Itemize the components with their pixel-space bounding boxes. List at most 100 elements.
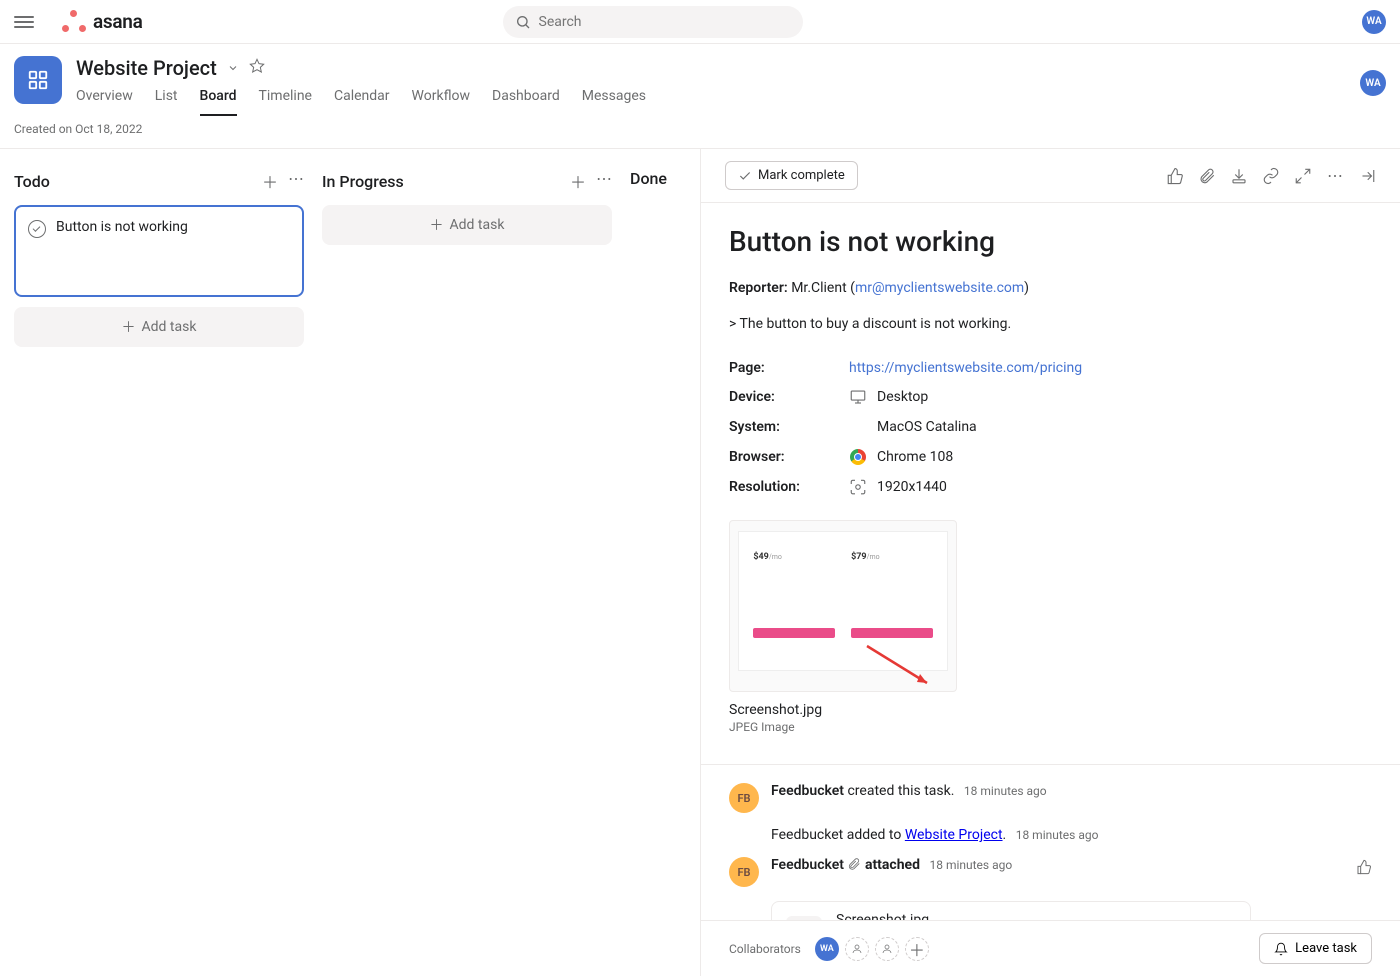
task-title[interactable]: Button is not working [729,225,1372,258]
subtask-icon[interactable] [1230,167,1248,185]
field-value-browser: Chrome 108 [877,449,953,465]
collaborator-avatar[interactable]: WA [815,937,839,961]
commenter-avatar[interactable]: FB [729,783,759,813]
user-avatar[interactable]: WA [1362,10,1386,34]
comment-item: FB Feedbucket created this task. 18 minu… [729,783,1372,813]
add-task-button[interactable]: ＋ Add task [322,205,612,245]
project-icon [14,56,62,104]
asana-logo[interactable]: asana [62,10,143,34]
asana-logo-icon [62,10,86,34]
attachment-card[interactable]: Screenshot.jpg JPEG Image Open in browse… [771,901,1251,920]
collaborator-placeholder [875,937,899,961]
project-title: Website Project [76,56,217,80]
price-right: $79 [851,552,867,562]
comment-action: created this task. [847,783,954,799]
leave-task-label: Leave task [1295,941,1357,956]
activity-who: Feedbucket [771,827,843,843]
field-label-system: System: [729,419,849,435]
field-value-resolution: 1920x1440 [877,479,947,495]
tab-workflow[interactable]: Workflow [412,88,471,116]
screenshot-name: Screenshot.jpg [729,702,1372,718]
apple-icon [849,418,867,436]
project-tabs: Overview List Board Timeline Calendar Wo… [76,88,1386,116]
commenter-name: Feedbucket [771,783,844,799]
activity-item: Feedbucket added to Website Project. 18 … [771,827,1372,843]
commenter-avatar[interactable]: FB [729,857,759,887]
column-in-progress: In Progress ＋ ⋯ ＋ Add task [322,169,612,956]
plus-icon: ＋ [122,317,136,337]
column-add-icon[interactable]: ＋ [262,169,278,193]
detail-footer: Collaborators WA ＋ Leave task [701,920,1400,976]
attachments-icon[interactable] [1198,167,1216,185]
project-link[interactable]: Website Project [905,827,1003,843]
column-todo: Todo ＋ ⋯ Button is not working ＋ Add tas… [14,169,304,956]
column-title: Todo [14,172,50,191]
project-dropdown-icon[interactable] [227,59,239,78]
column-add-icon[interactable]: ＋ [570,169,586,193]
project-member-avatar[interactable]: WA [1360,70,1386,96]
tab-dashboard[interactable]: Dashboard [492,88,560,116]
complete-checkbox-icon[interactable] [28,220,46,238]
field-label-page: Page: [729,360,849,376]
paperclip-icon [847,857,861,871]
plus-icon: ＋ [430,215,444,235]
close-detail-icon[interactable] [1358,167,1376,185]
reporter-label: Reporter: [729,280,788,296]
field-value-page[interactable]: https://myclientswebsite.com/pricing [849,360,1082,376]
price-right-sub: /mo [867,553,880,561]
reporter-email-link[interactable]: mr@myclientswebsite.com [855,280,1024,296]
comment-timestamp: 18 minutes ago [929,858,1012,872]
tab-calendar[interactable]: Calendar [334,88,390,116]
collaborator-placeholder [845,937,869,961]
activity-action: added to [847,827,902,843]
price-left: $49 [753,552,769,562]
field-value-system: MacOS Catalina [877,419,977,435]
screenshot-type: JPEG Image [729,720,1372,734]
task-detail-pane: Mark complete ⋯ Button is [700,149,1400,976]
tab-timeline[interactable]: Timeline [259,88,312,116]
check-icon [738,169,752,183]
created-date: Created on Oct 18, 2022 [0,118,1400,149]
star-icon[interactable] [249,58,265,78]
field-label-browser: Browser: [729,449,849,465]
comment-action: attached [865,857,920,873]
field-value-device: Desktop [877,389,928,405]
collaborators-label: Collaborators [729,942,801,956]
chrome-icon [849,448,867,466]
comment-timestamp: 18 minutes ago [964,784,1047,798]
menu-toggle[interactable] [14,12,34,32]
task-card[interactable]: Button is not working [14,205,304,297]
comment-item: FB Feedbucket attached 18 minutes ago [729,857,1372,887]
desktop-icon [849,388,867,406]
copy-link-icon[interactable] [1262,167,1280,185]
column-done: Done [630,169,700,956]
search-bar[interactable] [503,6,803,38]
mark-complete-button[interactable]: Mark complete [725,161,858,190]
reporter-name: Mr.Client [791,280,846,296]
activity-timestamp: 18 minutes ago [1016,828,1099,842]
field-label-device: Device: [729,389,849,405]
search-icon [515,14,531,30]
fullscreen-icon[interactable] [1294,167,1312,185]
tab-list[interactable]: List [155,88,178,116]
leave-task-button[interactable]: Leave task [1259,933,1372,964]
add-collaborator-button[interactable]: ＋ [905,937,929,961]
screenshot-thumbnail[interactable]: $49/mo $79/mo [729,520,957,692]
more-actions-icon[interactable]: ⋯ [1326,167,1344,185]
search-input[interactable] [539,14,791,30]
add-task-button[interactable]: ＋ Add task [14,307,304,347]
asana-logo-text: asana [93,10,143,33]
column-more-icon[interactable]: ⋯ [596,169,612,193]
column-more-icon[interactable]: ⋯ [288,169,304,193]
like-comment-icon[interactable] [1356,859,1372,879]
reporter-line: Reporter: Mr.Client (mr@myclientswebsite… [729,280,1372,296]
tab-board[interactable]: Board [200,88,237,116]
price-left-sub: /mo [769,553,782,561]
field-label-resolution: Resolution: [729,479,849,495]
column-title: In Progress [322,172,404,191]
like-icon[interactable] [1166,167,1184,185]
tab-messages[interactable]: Messages [582,88,646,116]
bell-icon [1274,942,1288,956]
tab-overview[interactable]: Overview [76,88,133,116]
task-description: > The button to buy a discount is not wo… [729,316,1372,332]
